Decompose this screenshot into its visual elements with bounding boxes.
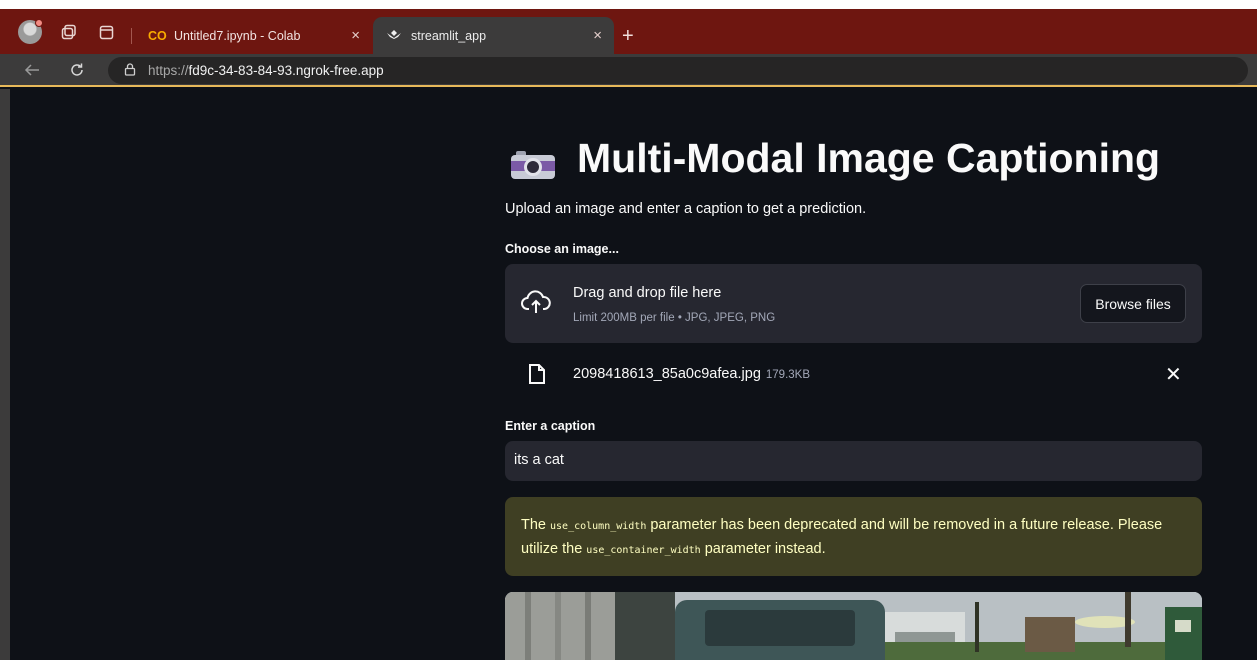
page-title-text: Multi-Modal Image Captioning — [577, 135, 1161, 181]
tab-colab-close-icon[interactable]: × — [351, 27, 360, 44]
caption-label: Enter a caption — [505, 419, 596, 433]
file-icon — [528, 363, 546, 385]
warning-code-2: use_container_width — [586, 545, 701, 556]
browse-files-button[interactable]: Browse files — [1080, 284, 1186, 323]
reload-icon[interactable] — [65, 58, 89, 82]
address-bar: https://fd9c-34-83-84-93.ngrok-free.app — [0, 54, 1257, 87]
url-host: fd9c-34-83-84-93.ngrok-free.app — [188, 63, 384, 78]
uploaded-image-preview — [505, 592, 1202, 660]
camera-icon — [511, 149, 555, 179]
caption-input[interactable]: its a cat — [505, 441, 1202, 481]
tab-colab[interactable]: CO Untitled7.ipynb - Colab × — [136, 17, 372, 54]
uploader-label: Choose an image... — [505, 242, 619, 256]
tab-separator — [131, 28, 132, 44]
top-strip — [0, 0, 1257, 9]
notification-dot — [35, 19, 43, 27]
tab-streamlit-label: streamlit_app — [411, 28, 487, 43]
streamlit-icon — [385, 28, 403, 43]
workspaces-icon[interactable] — [58, 21, 80, 43]
site-info-lock-icon[interactable] — [124, 62, 136, 79]
file-size: 179.3KB — [765, 369, 811, 381]
colab-icon: CO — [148, 28, 167, 43]
page-subtitle: Upload an image and enter a caption to g… — [505, 201, 867, 217]
streamlit-main: Multi-Modal Image Captioning Upload an i… — [10, 89, 1257, 660]
browser-tab-bar: CO Untitled7.ipynb - Colab × streamlit_a… — [0, 9, 1257, 54]
tab-actions-icon[interactable] — [95, 21, 117, 43]
warning-code-1: use_column_width — [550, 521, 647, 532]
deprecation-warning: The use_column_width parameter has been … — [505, 497, 1202, 576]
back-arrow-icon[interactable] — [20, 58, 44, 82]
dropzone-limit: Limit 200MB per file • JPG, JPEG, PNG — [573, 312, 776, 324]
remove-file-close-icon[interactable]: ✕ — [1165, 362, 1182, 387]
uploaded-file-name: 2098418613_85a0c9afea.jpg 179.3KB — [573, 366, 810, 382]
new-tab-button[interactable]: + — [622, 25, 634, 48]
uploaded-file-row: 2098418613_85a0c9afea.jpg 179.3KB ✕ — [505, 354, 1202, 396]
file-name-text: 2098418613_85a0c9afea.jpg — [573, 366, 761, 382]
window-left-edge — [0, 89, 10, 660]
tab-streamlit-close-icon[interactable]: × — [593, 27, 602, 44]
tab-streamlit[interactable]: streamlit_app × — [373, 17, 614, 54]
profile-avatar-icon[interactable] — [18, 19, 43, 44]
warning-text-3: parameter instead. — [700, 541, 826, 557]
url-scheme: https:// — [148, 63, 189, 78]
tab-colab-label: Untitled7.ipynb - Colab — [174, 28, 301, 43]
file-dropzone[interactable]: Drag and drop file here Limit 200MB per … — [505, 264, 1202, 343]
page-title: Multi-Modal Image Captioning — [511, 135, 1160, 182]
caption-input-value[interactable]: its a cat — [514, 452, 564, 468]
url-field[interactable]: https://fd9c-34-83-84-93.ngrok-free.app — [108, 57, 1248, 84]
cloud-upload-icon — [521, 289, 551, 317]
dropzone-instruction: Drag and drop file here — [573, 285, 722, 301]
warning-text-1: The — [521, 517, 551, 533]
